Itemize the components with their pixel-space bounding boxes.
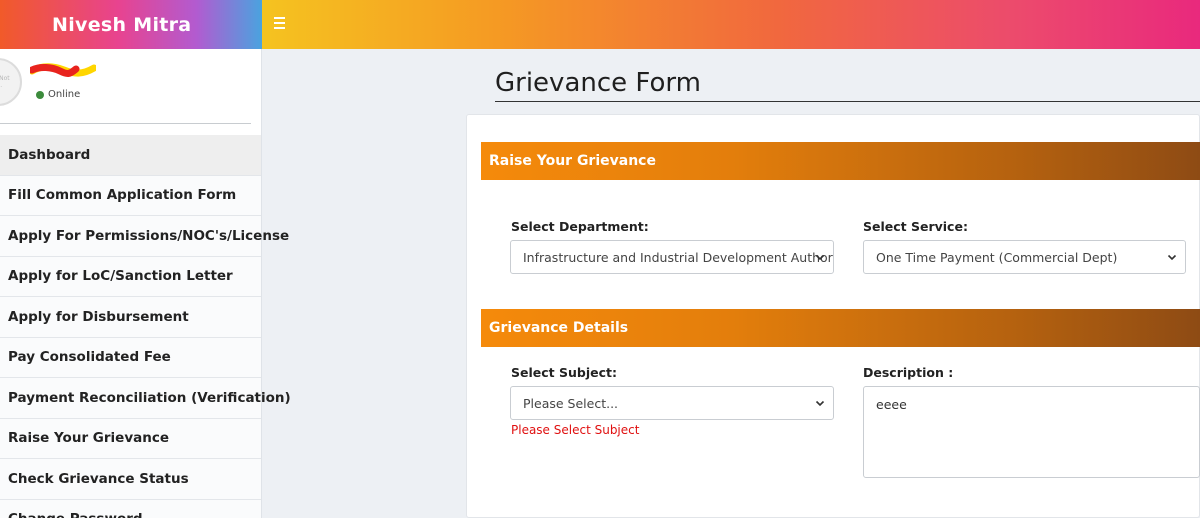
title-underline bbox=[495, 101, 1200, 102]
service-label: Select Service: bbox=[863, 219, 968, 234]
sidebar-item-raise-grievance[interactable]: Raise Your Grievance bbox=[0, 418, 261, 459]
sidebar-item-apply-loc[interactable]: Apply for LoC/Sanction Letter bbox=[0, 256, 261, 297]
department-select-value: Infrastructure and Industrial Developmen… bbox=[523, 249, 834, 265]
subject-select[interactable]: Please Select... bbox=[510, 386, 834, 420]
chevron-down-icon bbox=[815, 254, 825, 261]
sidebar-item-dashboard[interactable]: Dashboard bbox=[0, 135, 261, 176]
raise-grievance-header: Raise Your Grievance bbox=[481, 142, 1200, 180]
hamburger-menu-icon[interactable] bbox=[274, 14, 290, 34]
sidebar-item-apply-permissions[interactable]: Apply For Permissions/NOC's/License bbox=[0, 216, 289, 257]
avatar: Image Not Avail. bbox=[0, 58, 22, 106]
brand-logo[interactable]: Nivesh Mitra bbox=[0, 0, 262, 49]
grievance-details-header: Grievance Details bbox=[481, 309, 1200, 347]
sidebar-nav: Dashboard Fill Common Application Form A… bbox=[0, 135, 291, 518]
department-label: Select Department: bbox=[511, 219, 649, 234]
online-status-label: Online bbox=[48, 89, 81, 100]
user-panel: Image Not Avail. Online bbox=[0, 49, 261, 135]
sidebar-item-apply-disbursement[interactable]: Apply for Disbursement bbox=[0, 297, 261, 338]
service-select-value: One Time Payment (Commercial Dept) bbox=[876, 249, 1118, 265]
service-select[interactable]: One Time Payment (Commercial Dept) bbox=[863, 240, 1186, 274]
subject-label: Select Subject: bbox=[511, 365, 617, 380]
page-title: Grievance Form bbox=[495, 68, 701, 98]
online-status: Online bbox=[36, 89, 80, 100]
sidebar-item-change-password[interactable]: Change Password bbox=[0, 499, 261, 518]
sidebar-divider bbox=[0, 123, 251, 124]
redacted-username-scribble bbox=[30, 63, 96, 77]
department-select[interactable]: Infrastructure and Industrial Developmen… bbox=[510, 240, 834, 274]
subject-select-value: Please Select... bbox=[523, 395, 619, 411]
sidebar-item-check-grievance[interactable]: Check Grievance Status bbox=[0, 459, 261, 500]
subject-error-message: Please Select Subject bbox=[511, 423, 640, 437]
chevron-down-icon bbox=[815, 400, 825, 407]
sidebar-item-pay-fee[interactable]: Pay Consolidated Fee bbox=[0, 337, 261, 378]
sidebar-item-payment-reconciliation[interactable]: Payment Reconciliation (Verification) bbox=[0, 378, 291, 419]
sidebar: Image Not Avail. Online Dashboard Fill C… bbox=[0, 49, 291, 518]
description-textarea[interactable]: eeee bbox=[863, 386, 1200, 478]
sidebar-item-fill-caf[interactable]: Fill Common Application Form bbox=[0, 175, 261, 216]
chevron-down-icon bbox=[1167, 254, 1177, 261]
top-navbar bbox=[262, 0, 1200, 49]
description-label: Description : bbox=[863, 365, 954, 380]
online-dot-icon bbox=[36, 90, 44, 99]
